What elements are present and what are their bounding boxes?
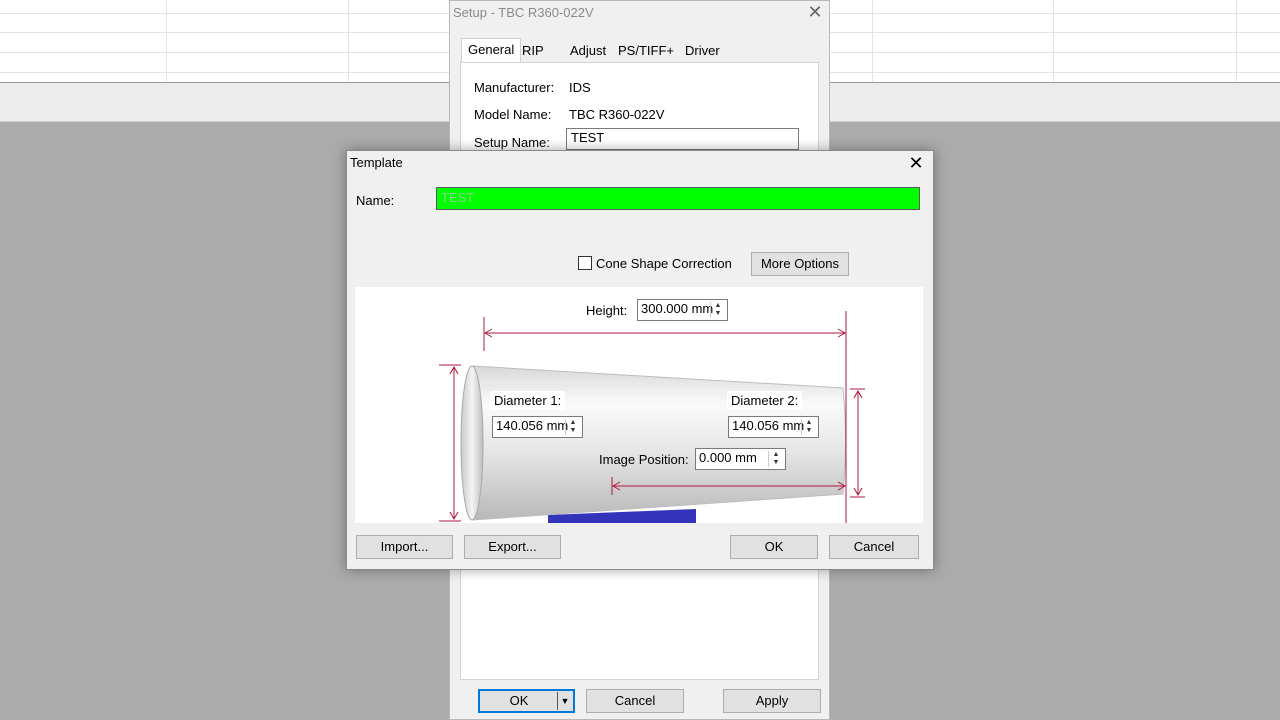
setup-name-input[interactable]: TEST <box>566 128 799 150</box>
setup-ok-label: OK <box>509 693 529 708</box>
setup-name-label: Setup Name: <box>474 135 550 150</box>
diameter2-spinbox[interactable]: 140.056 mm ▲ ▼ <box>728 416 819 438</box>
cone-left-cap <box>460 365 484 521</box>
export-button[interactable]: Export... <box>464 535 561 559</box>
height-spinbox[interactable]: 300.000 mm ▲ ▼ <box>637 299 728 321</box>
cone-shape-correction-checkbox[interactable] <box>578 256 592 270</box>
tab-ps-tiff[interactable]: PS/TIFF+ <box>612 40 680 62</box>
diameter2-value: 140.056 mm <box>732 418 805 433</box>
dropdown-arrow-icon[interactable]: ▼ <box>557 692 572 710</box>
image-position-label: Image Position: <box>599 452 689 467</box>
template-dialog-title: Template <box>350 155 403 170</box>
manufacturer-value: IDS <box>569 80 591 95</box>
model-name-label: Model Name: <box>474 107 552 122</box>
manufacturer-label: Manufacturer: <box>474 80 555 95</box>
model-name-value: TBC R360-022V <box>569 107 665 122</box>
template-cancel-button[interactable]: Cancel <box>829 535 919 559</box>
diameter1-value: 140.056 mm <box>496 418 569 433</box>
cone-diagram <box>355 287 923 523</box>
tab-adjust[interactable]: Adjust <box>564 40 612 62</box>
cone-body <box>467 365 846 521</box>
setup-ok-button[interactable]: OK ▼ <box>478 689 575 713</box>
tab-rip[interactable]: RIP <box>516 40 550 62</box>
image-position-spinbox[interactable]: 0.000 mm ▲ ▼ <box>695 448 786 470</box>
spin-arrows-icon[interactable]: ▲ ▼ <box>768 451 783 467</box>
template-ok-button[interactable]: OK <box>730 535 818 559</box>
image-position-value: 0.000 mm <box>699 450 757 465</box>
close-icon[interactable]: ✕ <box>806 3 824 21</box>
close-icon[interactable]: ✕ <box>906 154 926 172</box>
diameter1-spinbox[interactable]: 140.056 mm ▲ ▼ <box>492 416 583 438</box>
cone-illustration <box>439 311 865 523</box>
import-button[interactable]: Import... <box>356 535 453 559</box>
spin-arrows-icon[interactable]: ▲ ▼ <box>801 419 816 435</box>
diameter2-label: Diameter 2: <box>727 391 803 410</box>
spin-arrows-icon[interactable]: ▲ ▼ <box>710 302 725 318</box>
height-value: 300.000 mm <box>641 301 714 316</box>
setup-apply-button[interactable]: Apply <box>723 689 821 713</box>
template-name-label: Name: <box>356 193 395 208</box>
more-options-button[interactable]: More Options <box>751 252 849 276</box>
spin-arrows-icon[interactable]: ▲ ▼ <box>565 419 580 435</box>
height-label: Height: <box>586 303 628 318</box>
setup-cancel-button[interactable]: Cancel <box>586 689 684 713</box>
setup-dialog-title: Setup - TBC R360-022V <box>453 5 594 20</box>
tab-general[interactable]: General <box>461 38 522 63</box>
cone-shape-correction-label: Cone Shape Correction <box>596 256 732 271</box>
template-name-input[interactable]: TEST <box>436 187 920 210</box>
tab-driver[interactable]: Driver <box>679 40 726 62</box>
diameter1-label: Diameter 1: <box>490 391 566 410</box>
